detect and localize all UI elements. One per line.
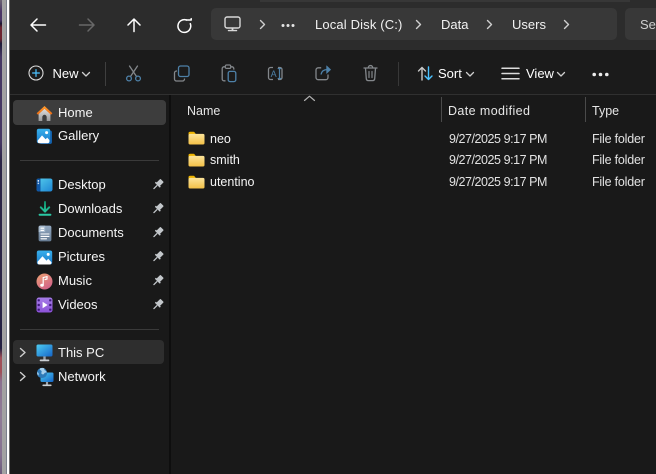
svg-text:A: A: [271, 69, 277, 79]
